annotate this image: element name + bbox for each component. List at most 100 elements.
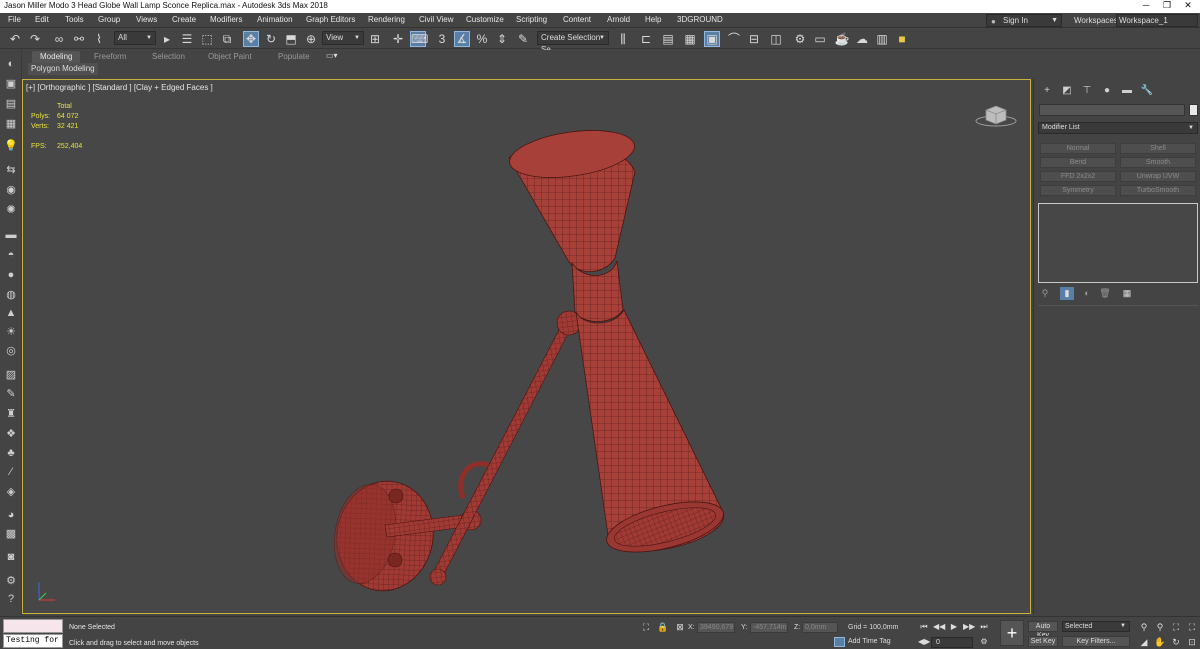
- pivot-center-icon[interactable]: ⊞: [367, 31, 383, 47]
- hierarchy-tab-icon[interactable]: ⊤: [1079, 84, 1095, 98]
- menu-graph-editors[interactable]: Graph Editors: [306, 15, 355, 24]
- select-move-icon[interactable]: ✥: [243, 31, 259, 47]
- modifier-shell-button[interactable]: Shell: [1120, 143, 1196, 154]
- render-iterative-icon[interactable]: ☁: [854, 31, 870, 47]
- reference-coordinate-select[interactable]: View ▼: [322, 31, 364, 45]
- modifier-unwrap-uvw-button[interactable]: Unwrap UVW: [1120, 171, 1196, 182]
- modify-tab-icon[interactable]: ◩: [1059, 84, 1075, 98]
- select-manipulate-icon[interactable]: ✛: [390, 31, 406, 47]
- viewport-layout-icon[interactable]: ▣: [3, 77, 19, 91]
- render-production-icon[interactable]: ☕: [834, 31, 850, 47]
- menu-group[interactable]: Group: [98, 15, 120, 24]
- menu-animation[interactable]: Animation: [257, 15, 293, 24]
- show-end-result-icon[interactable]: ▮: [1060, 287, 1074, 300]
- add-time-tag[interactable]: Add Time Tag: [834, 637, 891, 647]
- bone-icon[interactable]: ⁄: [3, 465, 19, 479]
- helper-icon[interactable]: ⇆: [3, 163, 19, 177]
- menu-scripting[interactable]: Scripting: [516, 15, 547, 24]
- cone-icon[interactable]: ▲: [3, 306, 19, 320]
- make-unique-icon[interactable]: ◐: [1080, 287, 1094, 300]
- toggle-ribbon-icon[interactable]: ▣: [704, 31, 720, 47]
- maximize-button[interactable]: ❐: [1157, 0, 1177, 13]
- particles-icon[interactable]: ✺: [3, 203, 19, 217]
- material-editor-icon[interactable]: ◫: [768, 31, 784, 47]
- tab-populate[interactable]: Populate: [270, 51, 318, 63]
- scene-explorer-icon[interactable]: ▤: [660, 31, 676, 47]
- select-scale-icon[interactable]: ⬒: [283, 31, 299, 47]
- modifier-list-dropdown[interactable]: Modifier List ▼: [1038, 122, 1198, 134]
- menu-views[interactable]: Views: [136, 15, 157, 24]
- sun-icon[interactable]: ☀: [3, 325, 19, 339]
- display-tab-icon[interactable]: ▬: [1119, 84, 1135, 98]
- sphere-icon[interactable]: ●: [3, 268, 19, 282]
- layer-explorer-icon[interactable]: ▦: [682, 31, 698, 47]
- menu-rendering[interactable]: Rendering: [368, 15, 405, 24]
- field-of-view-icon[interactable]: ◢: [1138, 636, 1150, 648]
- window-crossing-icon[interactable]: ⧉: [219, 31, 235, 47]
- modifier-stack[interactable]: [1038, 203, 1198, 283]
- z-coordinate-field[interactable]: 0,0mm: [802, 622, 838, 633]
- viewport-layout-icon[interactable]: ◐: [3, 57, 19, 71]
- create-tab-icon[interactable]: +: [1039, 84, 1055, 98]
- remove-modifier-icon[interactable]: 🗑: [1098, 287, 1112, 300]
- rectangular-selection-icon[interactable]: ⬚: [199, 31, 215, 47]
- schematic-view-icon[interactable]: ⊟: [746, 31, 762, 47]
- modifier-smooth-button[interactable]: Smooth: [1120, 157, 1196, 168]
- keyboard-shortcut-override-icon[interactable]: ⌨: [410, 31, 428, 47]
- zoom-all-icon[interactable]: ⚲: [1154, 621, 1166, 633]
- selection-filter-select[interactable]: All ▼: [114, 31, 156, 45]
- grid-icon[interactable]: ▨: [3, 368, 19, 382]
- previous-frame-icon[interactable]: ◀◀: [933, 621, 945, 632]
- x-coordinate-field[interactable]: 39490,679: [697, 622, 735, 633]
- viewcube[interactable]: [975, 102, 1017, 128]
- close-button[interactable]: ✕: [1178, 0, 1198, 13]
- menu-edit[interactable]: Edit: [35, 15, 49, 24]
- menu-3dground[interactable]: 3DGROUND: [677, 15, 723, 24]
- cloth-icon[interactable]: ❖: [3, 427, 19, 441]
- menu-civil-view[interactable]: Civil View: [419, 15, 454, 24]
- globe-icon[interactable]: ◎: [3, 344, 19, 358]
- key-filters-button[interactable]: Key Filters...: [1062, 636, 1130, 647]
- modifier-normal-button[interactable]: Normal: [1040, 143, 1116, 154]
- half-sphere-icon[interactable]: ◓: [3, 248, 19, 262]
- tube-icon[interactable]: ◍: [3, 288, 19, 302]
- wall-lamp-model[interactable]: [23, 80, 1031, 614]
- align-icon[interactable]: ⊏: [638, 31, 654, 47]
- viewport-layout-icon[interactable]: ▤: [3, 97, 19, 111]
- unlink-icon[interactable]: ⚯: [71, 31, 87, 47]
- configure-modifier-sets-icon[interactable]: ▦: [1120, 287, 1134, 300]
- viewport[interactable]: [+] [Orthographic ] [Standard ] [Clay + …: [22, 79, 1031, 614]
- time-configuration-icon[interactable]: ⚙: [978, 636, 990, 647]
- menu-modifiers[interactable]: Modifiers: [210, 15, 242, 24]
- place-icon[interactable]: ⊕: [303, 31, 319, 47]
- render-setup-icon[interactable]: ⚙: [792, 31, 808, 47]
- zoom-extents-icon[interactable]: ⛶: [1170, 621, 1182, 633]
- help-icon[interactable]: ?: [3, 592, 19, 606]
- selection-lock-icon[interactable]: 🔒: [657, 621, 669, 633]
- absolute-mode-icon[interactable]: ⊠: [674, 621, 686, 633]
- menu-create[interactable]: Create: [172, 15, 196, 24]
- render-icon[interactable]: ◙: [3, 550, 19, 564]
- modifier-symmetry-button[interactable]: Symmetry: [1040, 185, 1116, 196]
- box-icon[interactable]: ▬: [3, 228, 19, 242]
- redo-icon[interactable]: ↷: [27, 31, 43, 47]
- angle-snap-icon[interactable]: ∡: [454, 31, 470, 47]
- modifier-ffd-button[interactable]: FFD 2x2x2: [1040, 171, 1116, 182]
- named-selection-set-select[interactable]: Create Selection Se ▼: [537, 31, 609, 54]
- sign-in-dropdown[interactable]: ● Sign In ▼: [986, 14, 1062, 27]
- ragdoll-icon[interactable]: ♜: [3, 407, 19, 421]
- next-frame-icon[interactable]: ▶▶: [963, 621, 975, 632]
- pin-stack-icon[interactable]: ⚲: [1038, 287, 1052, 300]
- polygon-modeling-panel[interactable]: Polygon Modeling: [28, 63, 98, 75]
- utilities-tab-icon[interactable]: 🔧: [1139, 84, 1155, 98]
- go-to-start-icon[interactable]: ⏮: [918, 621, 930, 632]
- camera-icon[interactable]: ◉: [3, 183, 19, 197]
- menu-customize[interactable]: Customize: [466, 15, 504, 24]
- set-key-button[interactable]: Set Key: [1028, 636, 1058, 647]
- orbit-icon[interactable]: ↻: [1170, 636, 1182, 648]
- pan-icon[interactable]: ✋: [1154, 636, 1166, 648]
- undo-icon[interactable]: ↶: [7, 31, 23, 47]
- snaps-toggle-icon[interactable]: 3: [434, 31, 450, 47]
- mirror-icon[interactable]: ⫼: [615, 31, 631, 47]
- menu-arnold[interactable]: Arnold: [607, 15, 630, 24]
